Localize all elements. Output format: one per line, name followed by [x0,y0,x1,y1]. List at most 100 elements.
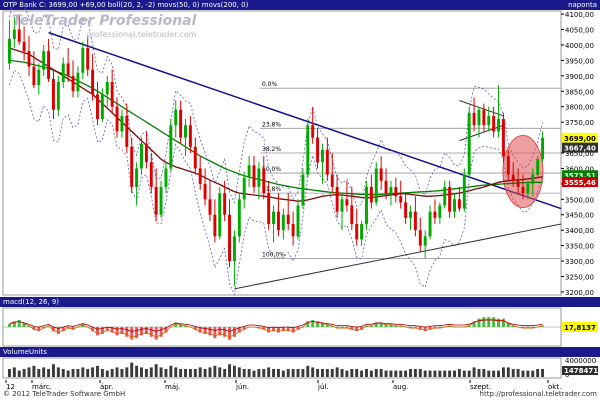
volume-bar [272,369,276,377]
candle-body [335,186,339,212]
candle-body [276,211,280,231]
candle-body [399,196,403,203]
candle-body [355,224,359,240]
candle-body [448,186,452,212]
candle-body [213,214,217,237]
volume-bar [379,369,383,377]
volume-bar [389,370,393,377]
watermark: TeleTrader Professional professional.tel… [12,14,196,42]
volume-bar [501,367,505,377]
volume-bar [443,370,447,377]
footer-url[interactable]: http://professional.teletrader.com [480,389,597,400]
candle-body [218,193,222,237]
volume-bar [296,369,300,377]
candle-body [51,78,55,110]
candle-body [492,115,496,132]
volume-bar [526,370,530,377]
candle-body [71,75,75,92]
candle-body [188,125,192,147]
candle-body [428,211,432,237]
volume-tick-label: 4000000 [565,357,596,365]
candle-body [418,230,422,246]
volume-header-bar: VolumeUnits [0,347,600,357]
volume-bar [100,369,104,377]
candle-body [174,109,178,126]
volume-bar [208,367,212,377]
volume-bar [213,365,217,377]
volume-bar [428,370,432,377]
macd-value-label: 17,8137 [564,324,596,332]
candle-body [242,177,246,200]
macd-header-bar: macd(12, 26, 9) [0,297,600,307]
volume-bar [96,365,99,377]
candle-body [345,199,349,206]
macd-bar [213,327,217,339]
volume-bar [497,370,501,377]
volume-bar [374,369,378,377]
volume-bar [149,367,153,377]
candle-body [541,137,545,160]
y-tick-label: 3900,00 [565,73,594,81]
candle-body [110,82,114,107]
candle-body [232,236,236,262]
volume-bar [17,370,21,377]
candle-body [96,94,99,120]
volume-bar [105,370,109,377]
candle-body [320,149,324,163]
macd-bar [501,318,505,327]
volume-bar [492,370,496,377]
volume-bar [27,367,31,377]
volume-bar [56,367,60,377]
candle-body [409,211,412,218]
volume-bar [457,369,461,377]
y-tick-label: 3500,00 [565,196,594,204]
candle-body [237,199,241,237]
candle-body [443,186,447,206]
volume-bar [286,369,290,377]
watermark-url: professional.teletrader.com [86,30,197,39]
volume-bar [203,369,207,377]
y-tick-label: 3350,00 [565,243,594,251]
volume-bar [340,369,344,377]
candle-body [272,211,276,224]
candle-body [384,180,388,194]
candle-body [340,199,344,212]
candle-body [281,214,285,231]
candle-body [37,69,41,86]
volume-bar [409,369,412,377]
volume-bar [110,369,114,377]
candle-body [516,180,520,187]
volume-bar [257,369,261,377]
candle-body [86,48,90,70]
candle-body [467,112,471,175]
volume-bar [232,365,236,377]
candle-body [423,236,427,246]
volume-bar [135,365,139,377]
candle-body [286,214,290,224]
candle-body [223,193,227,215]
volume-bar [511,369,515,377]
macd-bar [154,327,158,340]
volume-bar [438,370,442,377]
candle-body [105,82,109,95]
volume-bar [228,364,232,377]
candle-body [144,143,148,163]
volume-bar [12,367,16,377]
volume-bar [413,369,417,377]
volume-bar [394,370,398,377]
volume-label: VolumeUnits [3,348,47,356]
volume-bar [506,367,510,377]
y-tick-label: 3750,00 [565,119,594,127]
candle-body [257,168,261,187]
volume-bar [330,369,334,377]
candle-body [7,38,11,64]
volume-bar [448,370,452,377]
candle-body [169,125,173,169]
candle-body [482,109,486,126]
candle-body [100,94,104,120]
volume-bar [306,365,310,377]
candle-body [487,115,491,126]
volume-bar [384,370,388,377]
candle-body [198,168,202,184]
candle-body [457,199,461,209]
